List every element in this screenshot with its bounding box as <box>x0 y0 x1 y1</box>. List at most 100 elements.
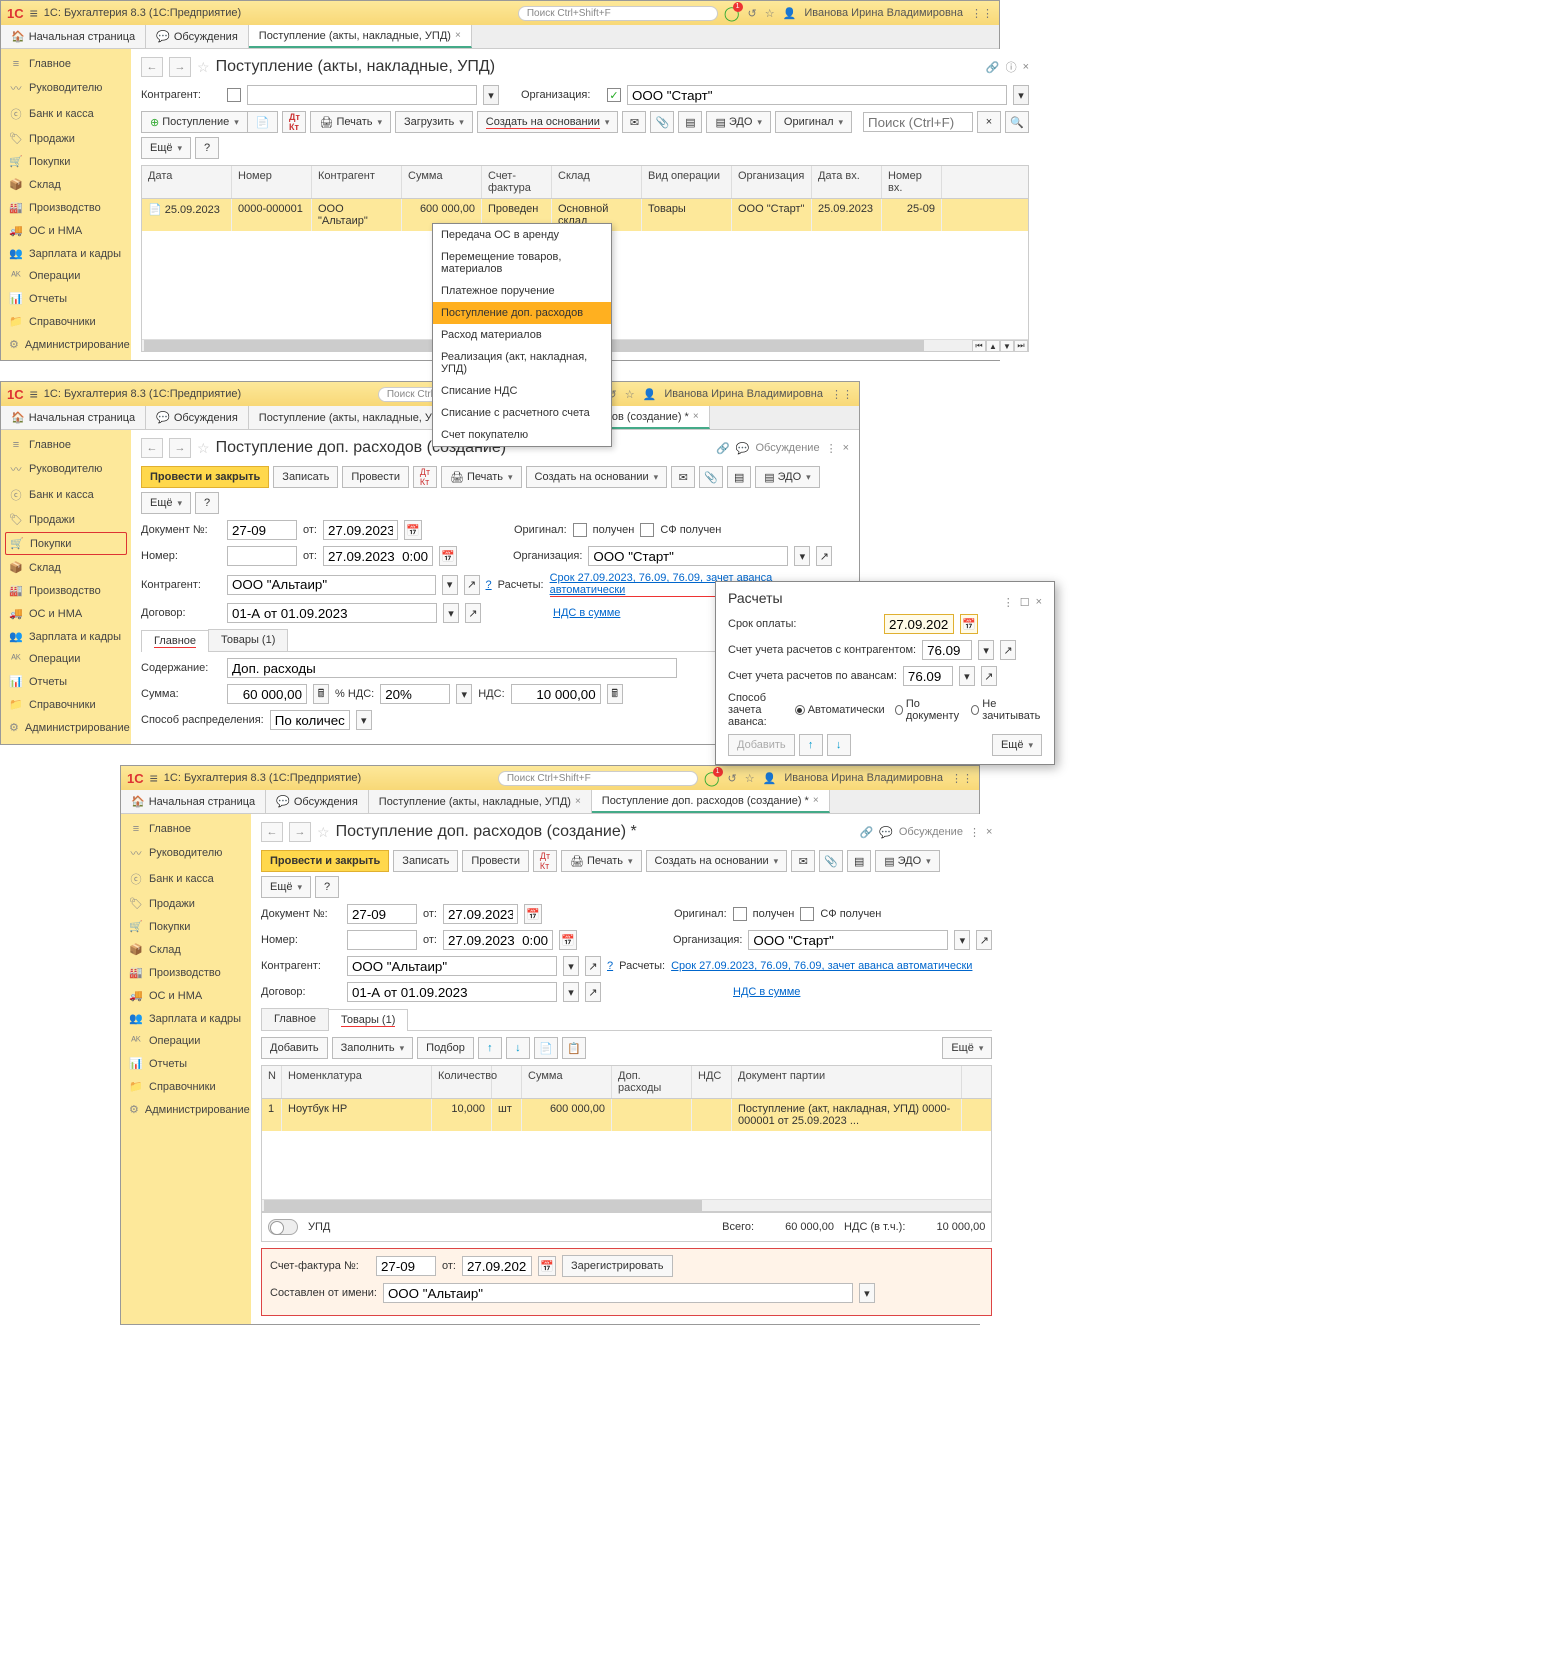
tab-home[interactable]: 🏠Начальная страница <box>1 406 146 429</box>
original-button[interactable]: Оригинал▾ <box>775 111 852 133</box>
down-icon[interactable]: ↓ <box>506 1037 530 1059</box>
col-header[interactable]: Вид операции <box>642 166 732 198</box>
col-header[interactable] <box>492 1066 522 1098</box>
dt-kt-icon[interactable]: ДтКт <box>533 850 557 872</box>
load-button[interactable]: Загрузить▾ <box>395 111 473 133</box>
sidebar-item-11[interactable]: 📁Справочники <box>1 310 131 333</box>
archive-icon[interactable]: ▤ <box>727 466 751 488</box>
forward-button[interactable]: → <box>169 438 191 458</box>
external-icon[interactable]: ↗ <box>816 546 832 566</box>
vat-link[interactable]: НДС в сумме <box>733 986 800 998</box>
back-button[interactable]: ← <box>141 57 163 77</box>
menu-item[interactable]: Поступление доп. расходов <box>433 302 611 324</box>
favorite-icon[interactable]: ☆ <box>317 824 330 841</box>
close-button[interactable]: × <box>986 826 992 838</box>
subtab-main[interactable]: Главное <box>261 1008 329 1030</box>
help-icon[interactable]: ⓘ <box>1006 59 1017 75</box>
dt-kt-icon[interactable]: ДтКт <box>413 466 437 488</box>
col-header[interactable]: Контрагент <box>312 166 402 198</box>
calendar-icon[interactable]: 📅 <box>439 546 457 566</box>
copy-icon[interactable]: 📄 <box>534 1037 558 1059</box>
external-icon[interactable]: ↗ <box>465 603 481 623</box>
print-button[interactable]: 🖨 Печать▾ <box>310 111 391 133</box>
col-header[interactable]: Дата <box>142 166 232 198</box>
sidebar-item-7[interactable]: 🚚ОС и НМА <box>1 602 131 625</box>
sidebar-item-1[interactable]: 〰Руководителю <box>121 840 251 866</box>
receipt-button[interactable]: ⊕Поступление▾ <box>141 111 248 133</box>
sidebar-item-6[interactable]: 🏭Производство <box>1 196 131 219</box>
external-icon[interactable]: ↗ <box>585 956 601 976</box>
org-filter-check[interactable]: ✓ <box>607 88 621 102</box>
grid-row[interactable]: 1Ноутбук HP10,000шт600 000,00Поступление… <box>262 1099 991 1131</box>
window-max-icon[interactable]: ☐ <box>1020 596 1030 609</box>
acc-input[interactable] <box>922 640 972 660</box>
down-icon[interactable]: ↓ <box>827 734 851 756</box>
save-button[interactable]: Записать <box>393 850 458 872</box>
vat-input[interactable] <box>511 684 601 704</box>
menu-icon[interactable]: ≡ <box>30 386 38 402</box>
sidebar-item-0[interactable]: ≡Главное <box>1 434 131 456</box>
star-icon[interactable]: ☆ <box>745 772 755 785</box>
clear-icon[interactable]: × <box>977 111 1001 133</box>
dropdown-icon[interactable]: ▾ <box>443 603 459 623</box>
col-header[interactable]: Номенклатура <box>282 1066 432 1098</box>
fill-button[interactable]: Заполнить▾ <box>332 1037 414 1059</box>
external-icon[interactable]: ↗ <box>976 930 992 950</box>
subtab-main[interactable]: Главное <box>141 630 209 652</box>
kebab-icon[interactable]: ⋮ <box>826 442 837 455</box>
external-icon[interactable]: ↗ <box>585 982 601 1002</box>
close-button[interactable]: × <box>843 442 849 454</box>
sidebar-item-2[interactable]: ⓒБанк и касса <box>1 482 131 508</box>
print-button[interactable]: 🖨 Печать▾ <box>441 466 522 488</box>
more-button[interactable]: Ещё▾ <box>261 876 311 898</box>
notification-icon[interactable]: ◯1 <box>704 770 720 787</box>
col-header[interactable]: Документ партии <box>732 1066 962 1098</box>
settings-icon[interactable]: ⋮⋮ <box>971 7 993 20</box>
sidebar-item-2[interactable]: ⓒБанк и касса <box>1 101 131 127</box>
external-icon[interactable]: ↗ <box>464 575 480 595</box>
counterparty-filter-input[interactable] <box>247 85 477 105</box>
contract-input[interactable] <box>227 603 437 623</box>
sf-received-check[interactable] <box>800 907 814 921</box>
attach-icon[interactable]: 📎 <box>650 111 674 133</box>
post-close-button[interactable]: Провести и закрыть <box>261 850 389 872</box>
kebab-icon[interactable]: ⋮ <box>969 826 980 839</box>
help-button[interactable]: ? <box>195 492 219 514</box>
sidebar-item-3[interactable]: 🏷Продажи <box>121 892 251 915</box>
sidebar-item-1[interactable]: 〰Руководителю <box>1 75 131 101</box>
history-icon[interactable]: ↺ <box>728 772 737 785</box>
discussion-icon[interactable]: 💬 <box>736 442 750 455</box>
search-icon[interactable]: 🔍 <box>1005 111 1029 133</box>
sidebar-item-8[interactable]: 👥Зарплата и кадры <box>121 1007 251 1030</box>
sum-input[interactable] <box>227 684 307 704</box>
post-close-button[interactable]: Провести и закрыть <box>141 466 269 488</box>
discussion-label[interactable]: Обсуждение <box>755 442 819 454</box>
org-filter-input[interactable] <box>627 85 1007 105</box>
sf-received-check[interactable] <box>640 523 654 537</box>
dt-kt-icon[interactable]: ДтКт <box>282 111 306 133</box>
org-input[interactable] <box>748 930 948 950</box>
star-icon[interactable]: ☆ <box>765 7 775 20</box>
sidebar-item-10[interactable]: 📊Отчеты <box>121 1052 251 1075</box>
tab-add-expenses[interactable]: Поступление доп. расходов (создание) *× <box>592 790 830 813</box>
grid-search[interactable] <box>863 112 973 132</box>
calendar-icon[interactable]: 📅 <box>960 614 978 634</box>
sidebar-item-6[interactable]: 🏭Производство <box>121 961 251 984</box>
settings-icon[interactable]: ⋮⋮ <box>831 388 853 401</box>
envelope-icon[interactable]: ✉ <box>791 850 815 872</box>
adv-input[interactable] <box>903 666 953 686</box>
pick-button[interactable]: Подбор <box>417 1037 474 1059</box>
favorite-icon[interactable]: ☆ <box>197 440 210 457</box>
sidebar-item-4[interactable]: 🛒Покупки <box>5 532 127 555</box>
tab-discussions[interactable]: 💬Обсуждения <box>146 406 249 429</box>
counterparty-filter-check[interactable] <box>227 88 241 102</box>
invoice-date-input[interactable] <box>462 1256 532 1276</box>
add-button[interactable]: Добавить <box>728 734 795 756</box>
vat-link[interactable]: НДС в сумме <box>553 607 620 619</box>
dropdown-icon[interactable]: ▾ <box>356 710 372 730</box>
help-link[interactable]: ? <box>607 960 613 972</box>
menu-item[interactable]: Списание НДС <box>433 380 611 402</box>
post-button[interactable]: Провести <box>342 466 409 488</box>
menu-item[interactable]: Перемещение товаров, материалов <box>433 246 611 280</box>
more-button[interactable]: Ещё▾ <box>141 137 191 159</box>
